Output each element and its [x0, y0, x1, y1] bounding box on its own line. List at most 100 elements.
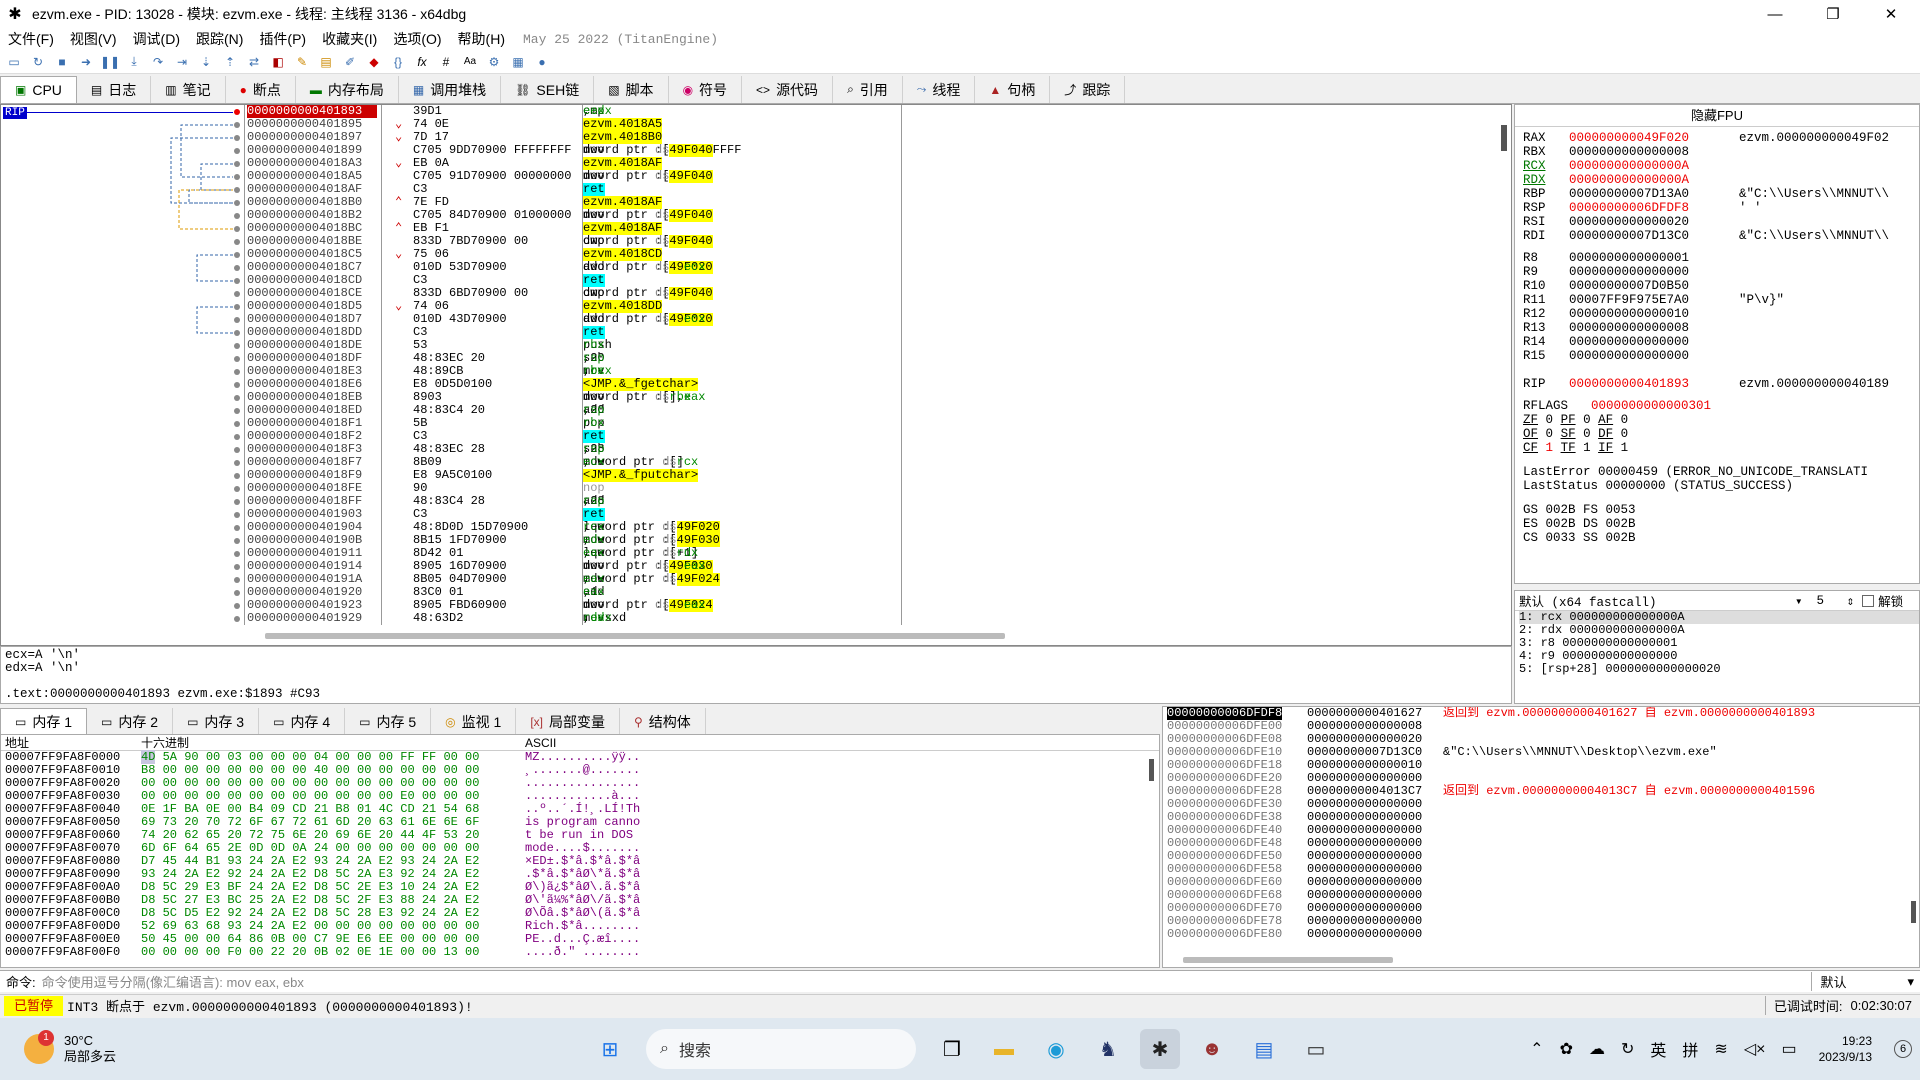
tab-log[interactable]: ▤ 日志 — [77, 76, 152, 103]
tab-memory-5[interactable]: ▭ 内存 5 — [345, 708, 432, 735]
tab-references[interactable]: ⌕ 引用 — [833, 76, 903, 103]
close-button[interactable]: ✕ — [1862, 0, 1920, 28]
register-value[interactable]: 00007FF9F975E7A0 — [1569, 293, 1689, 307]
breakpoint-dot[interactable] — [234, 213, 240, 219]
disasm-row[interactable]: 00000000004018CD C3 ret — [245, 274, 1513, 287]
register-row[interactable]: RSP 00000000006DFDF8 ' ' — [1515, 201, 1919, 215]
register-row[interactable]: RDX 000000000000000A — [1515, 173, 1919, 187]
disasm-row[interactable]: 00000000004018DD C3 ret — [245, 326, 1513, 339]
breakpoint-dot[interactable] — [234, 343, 240, 349]
unlock-checkbox[interactable] — [1862, 594, 1875, 607]
clock[interactable]: 19:23 2023/9/13 — [1819, 1033, 1872, 1065]
breakpoint-dot[interactable] — [234, 460, 240, 466]
register-value[interactable]: 000000000000000A — [1569, 159, 1689, 173]
disasm-row[interactable]: 00000000004018A3⌄EB 0Ajmp ezvm.4018AF — [245, 157, 1513, 170]
tab-threads[interactable]: ⤳ 线程 — [903, 76, 976, 103]
register-row[interactable]: RSI 0000000000000020 — [1515, 215, 1919, 229]
register-value[interactable]: 0000000000000000 — [1569, 349, 1689, 363]
disasm-row[interactable]: 0000000000401929 48:63D2 movsxd rdx, edx — [245, 612, 1513, 625]
menu-plugins[interactable]: 插件(P) — [251, 29, 314, 49]
breakpoint-dot[interactable] — [234, 486, 240, 492]
file-explorer-icon[interactable]: ▬ — [984, 1029, 1024, 1069]
edge-icon[interactable]: ◉ — [1036, 1029, 1076, 1069]
dropdown-icon[interactable]: ▾ — [1795, 593, 1803, 609]
breakpoint-dot[interactable] — [234, 590, 240, 596]
breakpoint-dot[interactable] — [234, 252, 240, 258]
taskbar-search[interactable]: ⌕ 搜索 — [646, 1029, 916, 1069]
tab-struct[interactable]: ⚲ 结构体 — [620, 708, 706, 735]
weather-widget[interactable]: 1 30°C 局部多云 — [24, 1030, 224, 1065]
breakpoint-dot[interactable] — [234, 551, 240, 557]
disasm-row[interactable]: 00000000004018AF C3 ret — [245, 183, 1513, 196]
tab-handles[interactable]: ▲ 句柄 — [975, 76, 1051, 103]
tab-locals[interactable]: [x] 局部变量 — [516, 708, 620, 735]
breakpoint-dot[interactable] — [234, 226, 240, 232]
tab-memory-map[interactable]: ▬ 内存布局 — [296, 76, 399, 103]
breakpoint-dot[interactable] — [234, 434, 240, 440]
menu-debug[interactable]: 调试(D) — [125, 29, 188, 49]
disasm-row[interactable]: 0000000000401904 48:8D0D 15D70900 lea rcx,… — [245, 521, 1513, 534]
execute-till-return-icon[interactable]: ⇡ — [220, 52, 240, 72]
onedrive-icon[interactable]: ☁ — [1589, 1039, 1605, 1059]
disasm-row[interactable]: 0000000000401895⌄74 0Eje ezvm.4018A5 — [245, 118, 1513, 131]
open-icon[interactable]: ▭ — [4, 52, 24, 72]
disasm-row[interactable]: 000000000040191A 8B05 04D70900 mov eax ,dwo… — [245, 573, 1513, 586]
tab-breakpoints[interactable]: ● 断点 — [226, 76, 296, 103]
notification-badge[interactable]: 6 — [1894, 1040, 1912, 1058]
tab-memory-2[interactable]: ▭ 内存 2 — [87, 708, 174, 735]
disasm-row[interactable]: 00000000004018BE 833D 7BD70900 00 cmp dwor… — [245, 235, 1513, 248]
command-mode-select[interactable]: 默认 — [1811, 972, 1901, 991]
register-value[interactable]: 0000000000000020 — [1569, 215, 1689, 229]
label-icon[interactable]: ✐ — [340, 52, 360, 72]
disasm-row[interactable]: 0000000000401911 8D42 01 lea eax ,qword ptr… — [245, 547, 1513, 560]
tab-call-stack[interactable]: ▦ 调用堆栈 — [399, 76, 502, 103]
disasm-row[interactable]: 0000000000401903 C3 ret — [245, 508, 1513, 521]
chevron-up-icon[interactable]: ⌃ — [1530, 1039, 1543, 1059]
disasm-row[interactable]: 00000000004018CE 833D 6BD70900 00 cmp dwor… — [245, 287, 1513, 300]
col-ascii[interactable]: ASCII — [525, 735, 556, 751]
arg-row[interactable]: 5: [rsp+28] 0000000000000020 — [1519, 663, 1919, 676]
breakpoint-dot[interactable] — [234, 499, 240, 505]
trace-over-icon[interactable]: ⇣ — [196, 52, 216, 72]
tab-source[interactable]: <> 源代码 — [742, 76, 834, 103]
disasm-row[interactable]: 00000000004018DE 53 push rbx — [245, 339, 1513, 352]
disasm-row[interactable]: 00000000004018F3 48:83EC 28 sub rsp ,28 — [245, 443, 1513, 456]
register-value[interactable]: 0000000000000301 — [1591, 399, 1711, 413]
breakpoint-dot[interactable] — [234, 512, 240, 518]
menu-favourites[interactable]: 收藏夹(I) — [314, 29, 385, 49]
app-icon-1[interactable]: ♞ — [1088, 1029, 1128, 1069]
breakpoint-dot[interactable] — [234, 356, 240, 362]
tab-memory-3[interactable]: ▭ 内存 3 — [173, 708, 260, 735]
x64dbg-task-icon[interactable]: ✱ — [1140, 1029, 1180, 1069]
register-row[interactable]: RCX 000000000000000A — [1515, 159, 1919, 173]
tab-memory-4[interactable]: ▭ 内存 4 — [259, 708, 346, 735]
register-row[interactable]: RBP 00000000007D13A0 &"C:\\Users\\MNNUT\\ — [1515, 187, 1919, 201]
spinner-icon[interactable]: ⇕ — [1847, 593, 1855, 609]
stop-icon[interactable]: ■ — [52, 52, 72, 72]
tab-cpu[interactable]: ▣ CPU — [0, 76, 77, 103]
task-view-icon[interactable]: ❐ — [932, 1029, 972, 1069]
register-value[interactable]: 00000000006DFDF8 — [1569, 201, 1689, 215]
breakpoint-dot[interactable] — [234, 421, 240, 427]
register-value[interactable]: 00000000007D0B50 — [1569, 279, 1689, 293]
hide-fpu-button[interactable]: 隐藏FPU — [1515, 105, 1919, 127]
register-row[interactable]: RBX 0000000000000008 — [1515, 145, 1919, 159]
breakpoint-dot[interactable] — [234, 408, 240, 414]
breakpoint-dot[interactable] — [234, 447, 240, 453]
ime-indicator[interactable]: 拼 — [1682, 1037, 1698, 1061]
breakpoint-dot[interactable] — [234, 369, 240, 375]
disasm-row[interactable]: 0000000000401923 8905 FBD60900 mov dword p… — [245, 599, 1513, 612]
menu-file[interactable]: 文件(F) — [0, 29, 62, 49]
run-to-user-icon[interactable]: ⇄ — [244, 52, 264, 72]
register-value[interactable]: 00000000007D13A0 — [1569, 187, 1689, 201]
breakpoint-dot[interactable] — [234, 330, 240, 336]
disasm-row[interactable]: 0000000000401893 39D1 cmp ecx, edx — [245, 105, 1513, 118]
register-value[interactable]: 0000000000000001 — [1569, 251, 1689, 265]
patch-icon[interactable]: ✎ — [292, 52, 312, 72]
calc-icon[interactable]: ▦ — [508, 52, 528, 72]
disasm-row[interactable]: 00000000004018F2 C3 ret — [245, 430, 1513, 443]
font-icon[interactable]: Aa — [460, 52, 480, 72]
register-value[interactable]: 0000000000401893 — [1569, 377, 1689, 391]
menu-trace[interactable]: 跟踪(N) — [188, 29, 251, 49]
disasm-row[interactable]: 000000000040190B 8B15 1FD70900 mov edx ,dwo… — [245, 534, 1513, 547]
